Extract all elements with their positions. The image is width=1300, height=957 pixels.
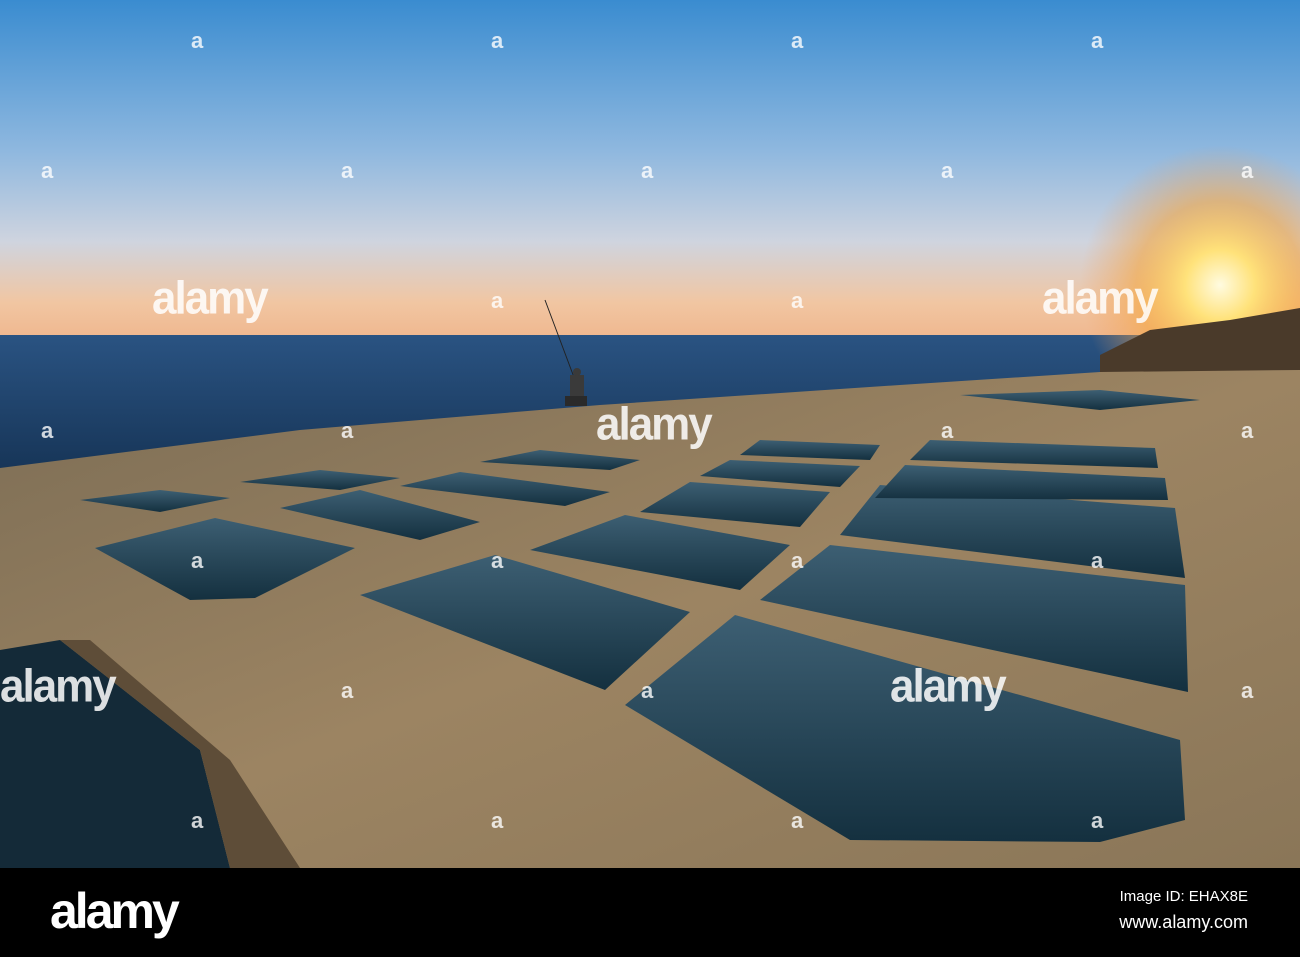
watermark-mark: a [41,158,54,183]
watermark: alamy [890,660,1007,713]
watermark-mark: a [491,288,504,313]
watermark-mark: a [641,158,654,183]
watermark-mark: a [1091,548,1104,573]
watermark-mark: a [191,808,204,833]
watermark-mark: a [1091,28,1104,53]
watermark-mark: a [1241,158,1254,183]
watermark-mark: a [791,28,804,53]
watermark-mark: a [1091,808,1104,833]
watermark-mark: a [491,28,504,53]
watermark-mark: a [941,418,954,443]
watermark-mark: a [191,28,204,53]
watermark: alamy [596,398,713,451]
watermark-mark: a [341,678,354,703]
watermark-mark: a [341,418,354,443]
watermark: alamy [1042,272,1159,325]
watermark-mark: a [1241,418,1254,443]
watermark-mark: a [491,548,504,573]
watermark: alamy [0,660,117,713]
watermark-mark: a [41,418,54,443]
image-id: Image ID: EHAX8E [1119,888,1248,905]
watermark: alamy [152,272,269,325]
watermark-mark: a [941,158,954,183]
footer-bar: alamy Image ID: EHAX8E www.alamy.com [0,868,1300,957]
watermark-mark: a [491,808,504,833]
watermark-mark: a [641,678,654,703]
watermark-mark: a [791,288,804,313]
alamy-logo: alamy [50,883,180,939]
watermark-mark: a [1241,678,1254,703]
stock-photo-page: alamy alamy alamy alamy alamy a a a a a … [0,0,1300,957]
watermark-mark: a [191,548,204,573]
site-url[interactable]: www.alamy.com [1119,912,1248,933]
watermark-mark: a [791,808,804,833]
watermark-mark: a [791,548,804,573]
watermark-mark: a [341,158,354,183]
